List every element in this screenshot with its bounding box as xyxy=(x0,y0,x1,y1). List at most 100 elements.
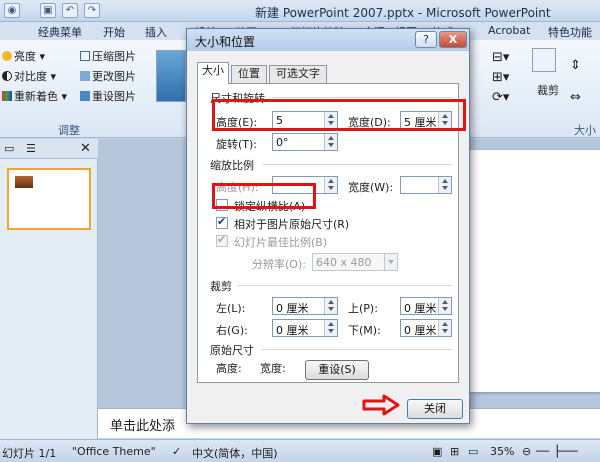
contrast-button[interactable]: 对比度 ▾ xyxy=(2,68,56,84)
slide-counter: 幻灯片 1/1 xyxy=(2,447,57,460)
rotate-label: 旋转(T): xyxy=(216,138,258,151)
compress-pictures-button[interactable]: 压缩图片 xyxy=(80,48,136,64)
width-spinner[interactable]: 5 厘米 xyxy=(400,111,452,129)
tab-classic-menu[interactable]: 经典菜单 xyxy=(38,24,82,40)
crop-icon[interactable] xyxy=(532,48,556,72)
height-icon: ⇕ xyxy=(570,58,581,73)
section-scale: 缩放比例 xyxy=(210,159,254,172)
crop-left-label: 左(L): xyxy=(216,302,246,315)
size-tab-panel: 尺寸和旋转 高度(E): 5 宽度(D): 5 厘米 旋转(T): 0° 缩放比… xyxy=(197,83,459,383)
crop-right-arrows[interactable] xyxy=(324,320,337,336)
crop-top-value: 0 厘米 xyxy=(404,302,437,315)
outline-tab-icon[interactable]: ▭ xyxy=(4,142,14,155)
brightness-button[interactable]: 亮度 ▾ xyxy=(2,48,45,64)
width-label: 宽度(D): xyxy=(348,116,391,129)
change-picture-icon xyxy=(80,71,90,81)
checkmark-icon: ✔ xyxy=(217,215,227,228)
width-spinner-arrows[interactable] xyxy=(438,112,451,128)
scale-width-arrows[interactable] xyxy=(438,177,451,193)
crop-left-spinner[interactable]: 0 厘米 xyxy=(272,297,338,315)
tab-size[interactable]: 大小 xyxy=(197,62,229,84)
language-indicator[interactable]: 中文(简体，中国) xyxy=(192,445,278,461)
undo-icon[interactable]: ↶ xyxy=(62,3,78,18)
resolution-label: 分辨率(O): xyxy=(252,258,306,271)
close-button[interactable]: 关闭 xyxy=(407,399,463,419)
spelling-icon[interactable]: ✓ xyxy=(172,445,181,458)
normal-view-icon[interactable]: ▣ xyxy=(432,445,442,458)
office-button-icon[interactable]: ◉ xyxy=(4,3,20,18)
tab-home[interactable]: 开始 xyxy=(103,24,125,40)
lock-aspect-label[interactable]: 锁定纵横比(A) xyxy=(234,198,305,214)
resolution-value: 640 x 480 xyxy=(316,256,372,269)
crop-bottom-arrows[interactable] xyxy=(438,320,451,336)
title-bar: ◉ ▣ ↶ ↷ 新建 PowerPoint 2007.pptx - Micros… xyxy=(0,0,600,22)
scale-height-spinner[interactable] xyxy=(272,176,338,194)
sorter-view-icon[interactable]: ⊞ xyxy=(450,445,459,458)
crop-top-label: 上(P): xyxy=(348,302,378,315)
reset-button[interactable]: 重设(S) xyxy=(305,360,369,380)
width-value: 5 厘米 xyxy=(404,116,437,129)
section-divider xyxy=(238,285,452,286)
slides-panel-tabs: ▭ ☰ ✕ xyxy=(0,139,98,159)
adjust-group-label: 调整 xyxy=(58,124,80,137)
reset-picture-icon xyxy=(80,91,90,101)
theme-name[interactable]: "Office Theme" xyxy=(72,445,156,458)
height-spinner[interactable]: 5 xyxy=(272,111,338,129)
crop-bottom-label: 下(M): xyxy=(348,324,381,337)
tab-position[interactable]: 位置 xyxy=(231,65,267,83)
relative-original-label[interactable]: 相对于图片原始尺寸(R) xyxy=(234,216,349,232)
slide[interactable] xyxy=(470,150,600,392)
crop-right-spinner[interactable]: 0 厘米 xyxy=(272,319,338,337)
scale-height-label: 高度(H): xyxy=(216,181,259,194)
section-original: 原始尺寸 xyxy=(210,344,254,357)
picture-style-thumb[interactable] xyxy=(156,50,186,102)
align-icon[interactable]: ⊟▾ xyxy=(492,50,509,65)
rotate-icon[interactable]: ⟳▾ xyxy=(492,90,509,105)
lock-aspect-checkbox[interactable] xyxy=(216,199,228,211)
crop-left-value: 0 厘米 xyxy=(276,302,309,315)
checkmark-icon: ✔ xyxy=(217,233,227,246)
resolution-dropdown-icon[interactable] xyxy=(384,254,397,270)
scale-width-spinner[interactable] xyxy=(400,176,452,194)
tab-insert[interactable]: 插入 xyxy=(145,24,167,40)
rotate-spinner[interactable]: 0° xyxy=(272,133,338,151)
tab-alt-text[interactable]: 可选文字 xyxy=(269,65,327,83)
slide-thumbnail[interactable] xyxy=(7,168,91,230)
crop-left-arrows[interactable] xyxy=(324,298,337,314)
rotate-spinner-arrows[interactable] xyxy=(324,134,337,150)
crop-right-label: 右(G): xyxy=(216,324,248,337)
crop-bottom-spinner[interactable]: 0 厘米 xyxy=(400,319,452,337)
reset-picture-button[interactable]: 重设图片 xyxy=(80,88,136,104)
height-spinner-arrows[interactable] xyxy=(324,112,337,128)
recolor-button[interactable]: 重新着色 ▾ xyxy=(2,88,67,104)
dialog-close-x-button[interactable]: X xyxy=(439,31,467,48)
crop-top-arrows[interactable] xyxy=(438,298,451,314)
tab-features[interactable]: 特色功能 xyxy=(548,24,592,40)
group-icon[interactable]: ⊞▾ xyxy=(492,70,509,85)
slides-tab-icon[interactable]: ☰ xyxy=(26,142,36,155)
window-title: 新建 PowerPoint 2007.pptx - Microsoft Powe… xyxy=(255,6,551,20)
close-panel-icon[interactable]: ✕ xyxy=(80,141,91,156)
dialog-title: 大小和位置 xyxy=(195,35,256,49)
change-picture-button[interactable]: 更改图片 xyxy=(80,68,136,84)
zoom-out-icon[interactable]: ⊖ xyxy=(522,445,531,458)
section-size-rotate: 尺寸和旋转 xyxy=(210,92,265,105)
slideshow-view-icon[interactable]: ▭ xyxy=(468,445,478,458)
redo-icon[interactable]: ↷ xyxy=(84,3,100,18)
recolor-icon xyxy=(2,91,12,101)
height-label: 高度(E): xyxy=(216,116,258,129)
zoom-level[interactable]: 35% xyxy=(490,445,514,458)
crop-right-value: 0 厘米 xyxy=(276,324,309,337)
help-button[interactable]: ? xyxy=(415,31,437,48)
scale-height-arrows[interactable] xyxy=(324,177,337,193)
save-icon[interactable]: ▣ xyxy=(40,3,56,18)
tab-acrobat[interactable]: Acrobat xyxy=(488,24,530,37)
rotate-value: 0° xyxy=(276,136,289,149)
zoom-slider[interactable]: ──▕─── xyxy=(536,445,578,458)
contrast-icon xyxy=(2,71,12,81)
relative-original-checkbox[interactable]: ✔ xyxy=(216,215,228,229)
crop-top-spinner[interactable]: 0 厘米 xyxy=(400,297,452,315)
best-scale-checkbox[interactable]: ✔ xyxy=(216,233,228,247)
section-crop: 裁剪 xyxy=(210,280,232,293)
resolution-select[interactable]: 640 x 480 xyxy=(312,253,398,271)
